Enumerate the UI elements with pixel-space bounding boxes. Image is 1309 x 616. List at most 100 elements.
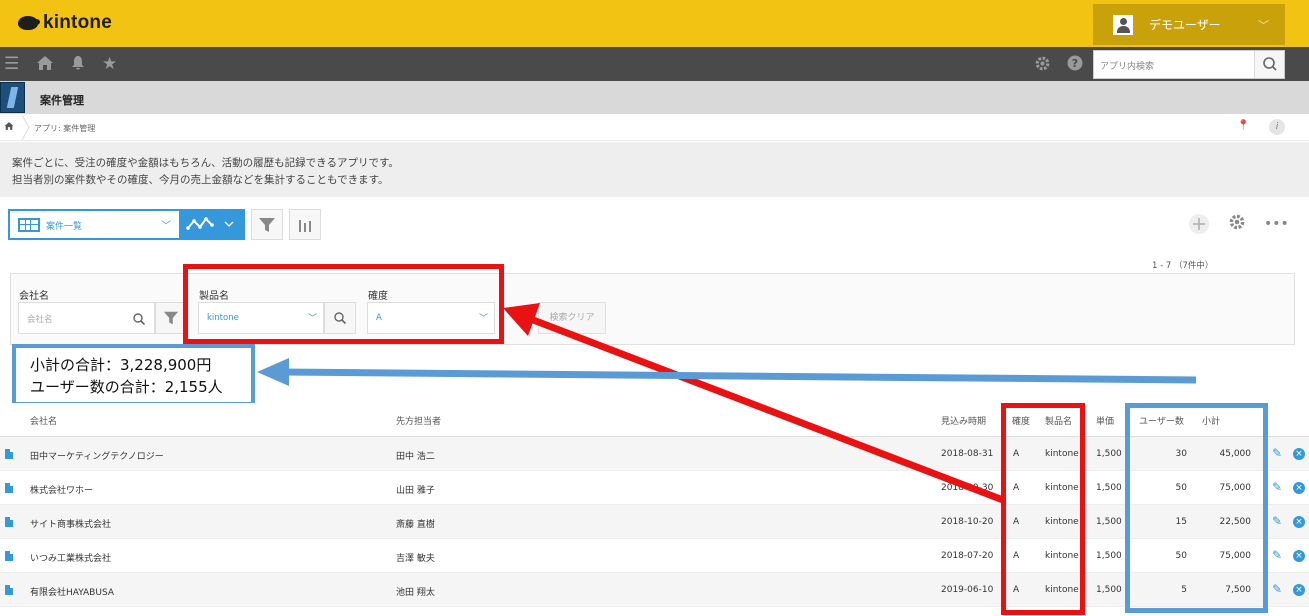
- app-header: [0, 81, 1309, 114]
- delete-icon[interactable]: ×: [1293, 516, 1305, 528]
- view-selector[interactable]: 案件一覧 ﹀: [8, 209, 181, 240]
- company-filter-label: 会社名: [19, 291, 49, 302]
- table-row[interactable]: 有限会社HAYABUSA 池田 翔太 2019-06-10 Akintone 1,500…: [0, 573, 1309, 607]
- table-row[interactable]: 田中マーケティングテクノロジー 田中 浩二 2018-08-31 Akintone 1,…: [0, 437, 1309, 471]
- graph-menu-button[interactable]: [181, 209, 245, 240]
- svg-text:?: ?: [1072, 57, 1078, 70]
- delete-icon[interactable]: ×: [1293, 448, 1305, 460]
- search-input[interactable]: アプリ内検索: [1100, 59, 1154, 72]
- settings-gear-icon[interactable]: [1226, 213, 1248, 235]
- cell-contact: 斎藤 直樹: [396, 520, 435, 530]
- annotation-red-filter-box: [183, 264, 504, 344]
- blue-arrow-shaft: [281, 368, 1197, 384]
- pencil-icon[interactable]: ✎: [1272, 548, 1282, 562]
- description-line: 担当者別の案件数やその確度、今月の売上金額などを集計することもできます。: [12, 174, 389, 186]
- document-icon[interactable]: [5, 585, 13, 595]
- logo-text: kintone: [43, 12, 112, 33]
- column-header-date[interactable]: 見込み時期: [941, 414, 986, 427]
- user-name: デモユーザー: [1149, 18, 1221, 32]
- view-name: 案件一覧: [46, 222, 83, 232]
- cell-price: 1,500: [1096, 517, 1122, 527]
- delete-icon[interactable]: ×: [1293, 550, 1305, 562]
- breadcrumb-home-icon[interactable]: [4, 121, 14, 134]
- breadcrumb-app-link[interactable]: アプリ: 案件管理: [34, 123, 95, 134]
- app-title: 案件管理: [40, 94, 84, 107]
- cell-price: 1,500: [1096, 449, 1122, 459]
- app-search[interactable]: アプリ内検索: [1093, 50, 1285, 79]
- cell-date: 2018-09-30: [941, 483, 994, 493]
- document-icon[interactable]: [5, 517, 13, 527]
- document-icon[interactable]: [5, 483, 13, 493]
- pencil-icon[interactable]: ✎: [1272, 582, 1282, 596]
- chart-button[interactable]: [289, 209, 321, 240]
- logo-mark-icon: [18, 16, 40, 30]
- cell-date: 2018-08-31: [941, 449, 994, 459]
- cell-company[interactable]: いつみ工業株式会社: [30, 551, 111, 564]
- cell-company[interactable]: 有限会社HAYABUSA: [30, 585, 114, 598]
- filter-icon: [163, 311, 179, 325]
- delete-icon[interactable]: ×: [1293, 482, 1305, 494]
- cell-price: 1,500: [1096, 483, 1122, 493]
- cell-price: 1,500: [1096, 551, 1122, 561]
- user-avatar-icon: [1113, 14, 1133, 35]
- plus-icon[interactable]: [1188, 213, 1210, 235]
- search-icon: [1263, 57, 1277, 71]
- search-clear-button[interactable]: 検索クリア: [538, 302, 606, 334]
- user-menu[interactable]: デモユーザー ﹀: [1093, 4, 1285, 45]
- column-header-company[interactable]: 会社名: [30, 414, 57, 427]
- menu-icon[interactable]: ☰: [4, 54, 19, 74]
- home-icon[interactable]: [36, 55, 54, 76]
- annotation-red-column-box: [1001, 403, 1085, 615]
- annotation-blue-column-box: [1125, 403, 1268, 613]
- cell-company[interactable]: サイト商事株式会社: [30, 517, 111, 530]
- column-header-price[interactable]: 単価: [1096, 414, 1114, 427]
- document-icon[interactable]: [5, 551, 13, 561]
- blue-arrow-head: [257, 358, 289, 386]
- subtotal-sum: 小計の合計：3,228,900円: [30, 356, 212, 374]
- delete-icon[interactable]: ×: [1293, 584, 1305, 596]
- table-view-icon: [18, 218, 40, 232]
- company-placeholder: 会社名: [27, 315, 53, 325]
- cell-contact: 吉澤 敏夫: [396, 554, 435, 564]
- bell-icon[interactable]: [70, 55, 86, 76]
- breadcrumb: [0, 114, 1309, 141]
- pencil-icon[interactable]: ✎: [1272, 480, 1282, 494]
- gear-icon[interactable]: [1034, 55, 1051, 77]
- chevron-down-icon: ﹀: [1258, 18, 1269, 32]
- info-icon[interactable]: i: [1269, 119, 1285, 135]
- column-header-contact[interactable]: 先方担当者: [396, 414, 441, 427]
- kintone-logo[interactable]: kintone: [18, 12, 112, 34]
- pencil-icon[interactable]: ✎: [1272, 446, 1282, 460]
- app-icon: [0, 82, 25, 113]
- pin-icon[interactable]: 📍: [1237, 120, 1249, 131]
- table-row[interactable]: 株式会社ワホー 山田 雅子 2018-09-30 Akintone 1,500 50 75,…: [0, 471, 1309, 505]
- chevron-down-icon: ﹀: [161, 221, 171, 232]
- app-description: 案件ごとに、受注の確度や金額はもちろん、活動の履歴も記録できるアプリです。 担当…: [0, 142, 1309, 197]
- help-icon[interactable]: ?: [1067, 55, 1083, 76]
- header-bar: kintone デモユーザー ﹀: [0, 0, 1309, 47]
- filter-icon: [259, 218, 275, 232]
- star-icon[interactable]: ★: [102, 54, 117, 74]
- graph-icon: [186, 217, 234, 230]
- table-row[interactable]: いつみ工業株式会社 吉澤 敏夫 2018-07-20 Akintone 1,500 50 7…: [0, 539, 1309, 573]
- document-icon[interactable]: [5, 449, 13, 459]
- table-row[interactable]: サイト商事株式会社 斎藤 直樹 2018-10-20 Akintone 1,500 15 2…: [0, 505, 1309, 539]
- cell-contact: 池田 翔太: [396, 588, 435, 598]
- filter-button[interactable]: [251, 209, 283, 240]
- more-icon[interactable]: •••: [1264, 213, 1289, 235]
- pencil-icon[interactable]: ✎: [1272, 514, 1282, 528]
- breadcrumb-separator: [21, 115, 30, 140]
- summary-box: 小計の合計：3,228,900円 ユーザー数の合計：2,155人: [12, 344, 255, 406]
- cell-contact: 山田 雅子: [396, 486, 435, 496]
- bar-chart-icon: [299, 220, 311, 232]
- cell-company[interactable]: 株式会社ワホー: [30, 483, 93, 496]
- cell-contact: 田中 浩二: [396, 452, 435, 462]
- description-line: 案件ごとに、受注の確度や金額はもちろん、活動の履歴も記録できるアプリです。: [12, 157, 399, 169]
- cell-company[interactable]: 田中マーケティングテクノロジー: [30, 449, 164, 462]
- cell-price: 1,500: [1096, 585, 1122, 595]
- search-button[interactable]: [1254, 51, 1284, 78]
- company-filter-input[interactable]: 会社名: [18, 302, 155, 334]
- record-count: 1 - 7 （7件中）: [1152, 261, 1214, 271]
- cell-date: 2018-07-20: [941, 551, 994, 561]
- cell-date: 2018-10-20: [941, 517, 994, 527]
